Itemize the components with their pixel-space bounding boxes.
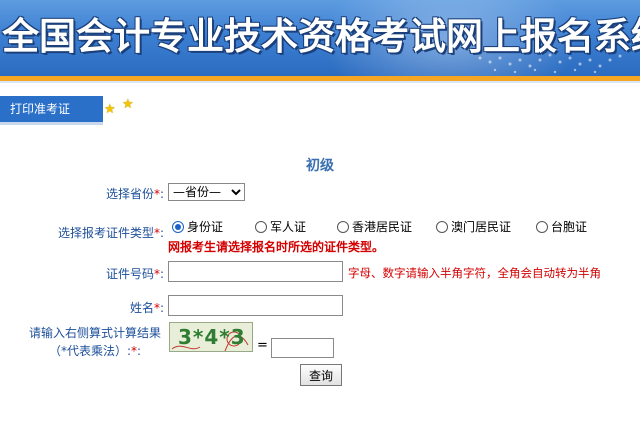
captcha-label-line1: 请输入右侧算式计算结果	[28, 326, 161, 340]
radio-id-card[interactable]: 身份证	[172, 218, 223, 235]
radio-label: 香港居民证	[352, 220, 413, 234]
toolbar: 打印准考证 ★ ★	[0, 96, 640, 125]
captcha-answer-input[interactable]	[271, 338, 334, 358]
radio-label: 身份证	[187, 220, 224, 234]
radio-button[interactable]	[255, 221, 267, 233]
radio-button[interactable]	[536, 221, 548, 233]
exam-level-title: 初级	[306, 158, 334, 174]
captcha-label-line2: （*代表乘法）	[48, 344, 127, 358]
name-label: 姓名*:	[129, 301, 164, 315]
name-input[interactable]	[168, 295, 343, 316]
query-button[interactable]: 查询	[300, 364, 342, 386]
star-icon: ★	[104, 102, 116, 117]
province-select[interactable]: —省份—	[168, 183, 245, 201]
star-icon: ★	[122, 97, 134, 112]
radio-button[interactable]	[436, 221, 448, 233]
province-label: 选择省份*:	[105, 187, 164, 201]
captcha-label: 请输入右侧算式计算结果 （*代表乘法）:*:	[20, 324, 170, 360]
id-number-hint: 字母、数字请输入半角字符，全角会自动转为半角	[348, 266, 601, 280]
radio-button-checked[interactable]	[172, 221, 184, 233]
radio-taiwan-id[interactable]: 台胞证	[536, 218, 587, 235]
radio-hongkong-id[interactable]: 香港居民证	[337, 218, 412, 235]
radio-label: 澳门居民证	[451, 220, 512, 234]
equals-sign: =	[257, 338, 268, 353]
id-type-label-text: 选择报考证件类型	[57, 226, 154, 240]
tab-print-admission-ticket[interactable]: 打印准考证	[0, 96, 103, 122]
captcha-label-line2-wrap: （*代表乘法）:*:	[48, 344, 142, 358]
captcha-expression: 3*4*3	[178, 325, 246, 349]
name-label-text: 姓名	[129, 301, 154, 315]
tab-underline	[0, 122, 103, 125]
app-title: 全国会计专业技术资格考试网上报名系统	[2, 14, 640, 58]
header-banner: 全国会计专业技术资格考试网上报名系统	[0, 0, 640, 76]
radio-label: 台胞证	[551, 220, 588, 234]
id-number-input[interactable]	[168, 261, 343, 282]
banner-divider	[0, 81, 640, 83]
radio-macau-id[interactable]: 澳门居民证	[436, 218, 511, 235]
radio-military-id[interactable]: 军人证	[255, 218, 306, 235]
radio-label: 军人证	[270, 220, 307, 234]
id-number-label: 证件号码*:	[105, 267, 164, 281]
radio-button[interactable]	[337, 221, 349, 233]
id-number-label-text: 证件号码	[105, 267, 154, 281]
id-type-warning: 网报考生请选择报名时所选的证件类型。	[168, 240, 385, 254]
id-type-label: 选择报考证件类型*:	[57, 226, 164, 240]
province-label-text: 选择省份	[105, 187, 154, 201]
captcha-image[interactable]: 3*4*3	[169, 322, 253, 352]
